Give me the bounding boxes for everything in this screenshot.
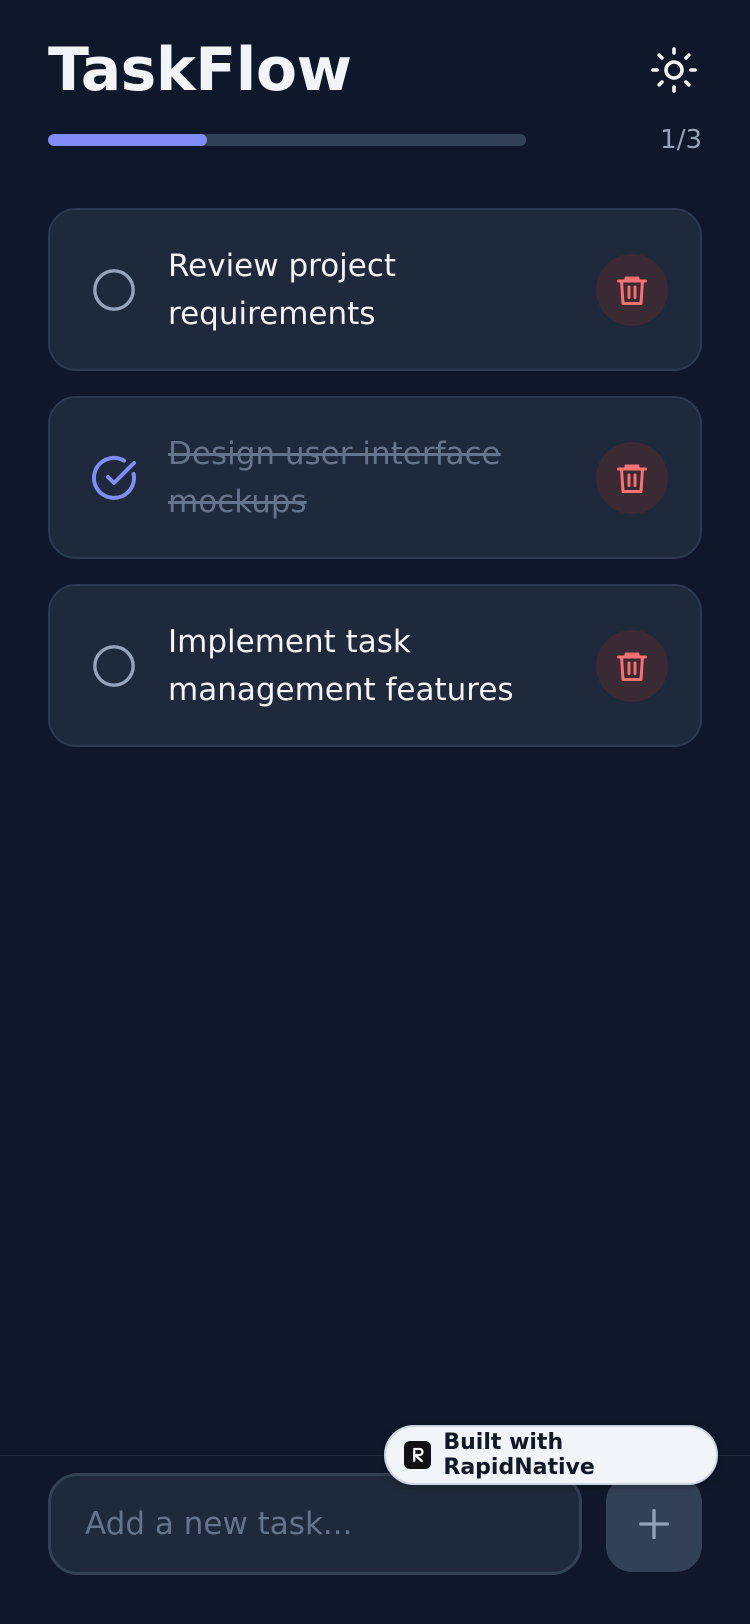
app-screen: TaskFlow 1/3 Review project requirements… <box>0 0 750 1624</box>
circle-icon <box>93 268 135 311</box>
trash-icon <box>617 652 647 681</box>
progress-row: 1/3 <box>48 124 702 156</box>
trash-icon <box>617 464 647 493</box>
header: TaskFlow <box>48 30 702 110</box>
delete-task-button[interactable] <box>596 441 668 514</box>
task-list: Review project requirements Design user … <box>48 208 702 772</box>
task-item: Design user interface mockups <box>48 396 702 559</box>
add-task-button[interactable] <box>606 1476 702 1572</box>
rapidnative-logo-icon <box>404 1441 432 1469</box>
task-checkbox[interactable] <box>90 642 138 690</box>
task-title: Review project requirements <box>168 247 397 332</box>
task-checkbox[interactable] <box>90 454 138 502</box>
built-with-badge[interactable]: Built with RapidNative <box>384 1425 718 1485</box>
circle-icon <box>93 644 135 687</box>
task-item: Review project requirements <box>48 208 702 371</box>
delete-task-button[interactable] <box>596 253 668 326</box>
theme-toggle-button[interactable] <box>646 42 702 98</box>
delete-task-button[interactable] <box>596 629 668 702</box>
app-title: TaskFlow <box>48 35 352 105</box>
task-checkbox[interactable] <box>90 266 138 314</box>
new-task-input[interactable] <box>85 1506 545 1542</box>
progress-bar <box>48 134 526 146</box>
plus-icon <box>639 1509 669 1539</box>
badge-label: Built with RapidNative <box>443 1430 595 1480</box>
progress-count: 1/3 <box>660 125 702 155</box>
task-item: Implement task management features <box>48 584 702 747</box>
task-title: Design user interface mockups <box>168 435 501 520</box>
new-task-input-container <box>48 1473 582 1575</box>
task-title: Implement task management features <box>168 623 514 708</box>
check-circle-icon <box>92 455 136 500</box>
sun-icon <box>651 47 697 93</box>
trash-icon <box>617 276 647 305</box>
progress-bar-fill <box>48 134 208 146</box>
